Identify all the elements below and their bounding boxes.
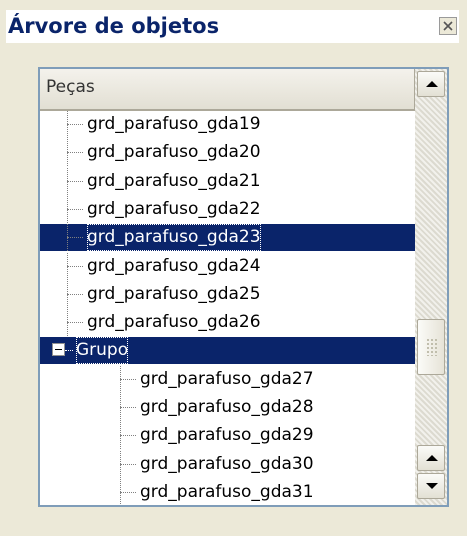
close-button[interactable] — [439, 17, 457, 35]
column-header-pecas[interactable]: Peças — [40, 69, 415, 111]
tree-connector — [67, 180, 83, 182]
panel-titlebar: Árvore de objetos — [6, 10, 459, 43]
tree-connector — [120, 407, 136, 408]
grip-icon — [426, 338, 437, 356]
tree-row[interactable]: grd_parafuso_gda24 — [40, 252, 415, 280]
scroll-up-button[interactable] — [417, 445, 445, 471]
tree-connector — [67, 124, 83, 125]
tree-row-label: grd_parafuso_gda23 — [87, 224, 261, 252]
column-header-label: Peças — [46, 77, 95, 97]
tree-connector — [67, 265, 83, 267]
tree-connector — [67, 293, 83, 295]
tree-row-label: grd_parafuso_gda29 — [140, 425, 314, 446]
tree-row-label: grd_parafuso_gda21 — [87, 170, 261, 191]
tree-row-label: grd_parafuso_gda20 — [87, 142, 261, 163]
tree-row[interactable]: grd_parafuso_gda25 — [40, 280, 415, 308]
tree-row-label: grd_parafuso_gda22 — [87, 198, 261, 219]
tree-row[interactable]: grd_parafuso_gda20 — [40, 139, 415, 167]
tree-row[interactable]: grd_parafuso_gda28 — [40, 394, 415, 421]
tree-row[interactable]: grd_parafuso_gda27 — [40, 365, 415, 393]
tree-row[interactable]: grd_parafuso_gda21 — [40, 167, 415, 195]
close-icon — [443, 21, 453, 31]
tree-row-label: grd_parafuso_gda24 — [87, 255, 261, 276]
tree-row-label: grd_parafuso_gda19 — [87, 114, 261, 134]
panel-title: Árvore de objetos — [8, 14, 220, 38]
tree-group-row[interactable]: Grupo — [40, 337, 415, 365]
tree-row[interactable]: grd_parafuso_gda26 — [40, 309, 415, 337]
tree-connector — [67, 322, 83, 324]
arrow-down-icon — [426, 483, 438, 489]
tree-row-label: grd_parafuso_gda27 — [140, 368, 314, 389]
vertical-scrollbar[interactable] — [415, 69, 447, 505]
tree-row[interactable]: grd_parafuso_gda29 — [40, 422, 415, 450]
tree-row-label: Grupo — [76, 337, 129, 365]
tree-connector — [67, 208, 83, 210]
arrow-up-icon — [426, 455, 438, 461]
tree-row-label: grd_parafuso_gda30 — [140, 453, 314, 474]
tree-row-label: grd_parafuso_gda25 — [87, 283, 261, 304]
minus-box-icon[interactable] — [52, 343, 65, 357]
tree-connector — [67, 152, 83, 154]
tree-connector — [67, 237, 83, 239]
scroll-down-button[interactable] — [417, 473, 445, 499]
tree-connector — [65, 350, 73, 352]
scroll-up-top-button[interactable] — [417, 71, 445, 97]
tree-rows: grd_parafuso_gda19 grd_parafuso_gda20 grd_… — [40, 111, 415, 505]
tree-row-label: grd_parafuso_gda28 — [140, 397, 314, 417]
tree-row[interactable]: grd_parafuso_gda19 — [40, 111, 415, 138]
tree-row[interactable]: grd_parafuso_gda22 — [40, 195, 415, 223]
tree-connector — [120, 463, 136, 465]
object-tree-panel: Árvore de objetos Peças grd_parafuso_gda… — [0, 0, 467, 536]
tree-connector — [120, 435, 136, 437]
tree-connector — [120, 378, 136, 380]
tree-row[interactable]: grd_parafuso_gda30 — [40, 450, 415, 478]
tree-row-label: grd_parafuso_gda31 — [140, 481, 314, 502]
tree-row[interactable]: grd_parafuso_gda23 — [40, 224, 415, 252]
tree-connector — [120, 491, 136, 493]
arrow-up-icon — [426, 81, 438, 87]
tree-row[interactable]: grd_parafuso_gda31 — [40, 478, 415, 505]
object-tree[interactable]: Peças grd_parafuso_gda19 grd_parafuso_gda… — [38, 67, 449, 507]
tree-row-label: grd_parafuso_gda26 — [87, 312, 261, 333]
scrollbar-thumb[interactable] — [417, 319, 445, 375]
